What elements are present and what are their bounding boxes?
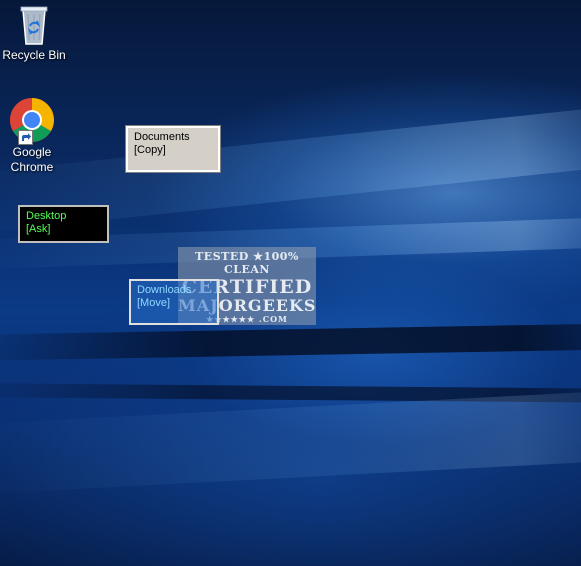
- downloads-action: [Move]: [137, 297, 171, 309]
- downloads-drop-target[interactable]: Downloads [Move]: [129, 279, 219, 325]
- desktop-drop-target[interactable]: Desktop [Ask]: [18, 205, 109, 243]
- shortcut-arrow-icon: [18, 130, 33, 145]
- downloads-name: Downloads: [137, 284, 192, 296]
- chrome-label-line1: Google: [12, 145, 52, 159]
- chrome-icon: [9, 97, 55, 145]
- documents-name: Documents: [134, 131, 190, 143]
- desktop-action: [Ask]: [26, 223, 51, 235]
- documents-drop-target[interactable]: Documents [Copy]: [125, 125, 221, 173]
- documents-action: [Copy]: [134, 144, 166, 156]
- watermark-line1: TESTED ★100% CLEAN: [195, 250, 299, 276]
- chrome-label-line2: Chrome: [10, 160, 54, 174]
- google-chrome-shortcut[interactable]: Google Chrome: [0, 97, 66, 175]
- recycle-bin-icon: [14, 2, 54, 46]
- desktop-name: Desktop: [26, 210, 67, 222]
- recycle-bin-label: Recycle Bin: [2, 48, 66, 62]
- recycle-bin-shortcut[interactable]: Recycle Bin: [0, 2, 68, 63]
